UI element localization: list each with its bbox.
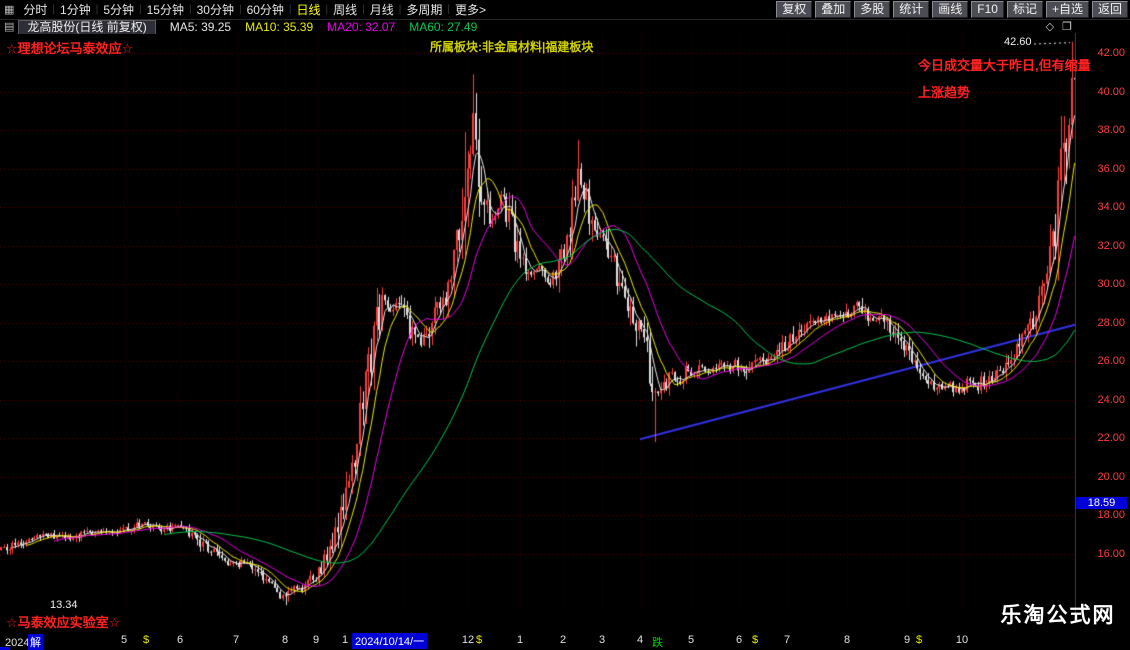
ma-legend: MA5: 39.25 MA10: 35.39 MA20: 32.07 MA60: 27… xyxy=(170,20,478,34)
time-tick-12: 5 xyxy=(688,634,694,646)
volume-note-line2: 上涨趋势 xyxy=(918,82,970,101)
price-label: 16.00 xyxy=(1078,548,1125,560)
selected-date-highlight[interactable]: 2024/10/14/一 xyxy=(352,633,427,649)
time-tick-11: 4 xyxy=(637,634,643,646)
tool-button-0[interactable]: 复权 xyxy=(776,1,812,18)
marker-badge-3: 跌 xyxy=(652,634,663,650)
price-axis-highlight: 18.59 xyxy=(1076,497,1127,509)
price-label: 24.00 xyxy=(1078,394,1125,406)
price-label: 34.00 xyxy=(1078,201,1125,213)
tdx-window: ▦ 分时|1分钟|5分钟|15分钟|30分钟|60分钟|日线|周线|月线|多周期… xyxy=(0,0,1130,650)
marker-badge-1: $ xyxy=(143,634,149,646)
time-tick-2: 6 xyxy=(177,634,183,646)
tool-button-7[interactable]: +自选 xyxy=(1046,1,1089,18)
period-tab-4[interactable]: 30分钟 xyxy=(192,1,239,18)
ma-label-3: MA60: 27.49 xyxy=(409,20,477,34)
period-tab-7[interactable]: 周线 xyxy=(328,1,362,18)
period-tab-9[interactable]: 多周期 xyxy=(401,1,447,18)
price-label: 28.00 xyxy=(1078,317,1125,329)
info-bar: ▤ 龙高股份(日线 前复权) MA5: 39.25 MA10: 35.39 MA20… xyxy=(0,20,1130,33)
stock-tab[interactable]: 龙高股份(日线 前复权) xyxy=(18,20,155,34)
time-tick-5: 9 xyxy=(313,634,319,646)
price-label: 38.00 xyxy=(1078,124,1125,136)
time-axis: 2024/10/14/一 2024年5678911212345678910解$$… xyxy=(0,631,1130,650)
tool-button-5[interactable]: F10 xyxy=(971,1,1004,18)
marker-badge-4: $ xyxy=(752,634,758,646)
time-tick-14: 7 xyxy=(784,634,790,646)
period-tab-2[interactable]: 5分钟 xyxy=(98,1,139,18)
volume-note-line1: 今日成交量大于昨日,但有缩量 xyxy=(918,55,1091,74)
diamond-icon[interactable]: ◇ xyxy=(1046,20,1054,33)
period-tab-10[interactable]: 更多> xyxy=(450,1,491,18)
marker-badge-0: 解 xyxy=(28,634,43,650)
ma-label-2: MA20: 32.07 xyxy=(327,20,395,34)
tool-button-4[interactable]: 画线 xyxy=(932,1,968,18)
ma-label-1: MA10: 35.39 xyxy=(245,20,313,34)
marker-badge-5: $ xyxy=(916,634,922,646)
time-tick-13: 6 xyxy=(736,634,742,646)
time-tick-15: 8 xyxy=(844,634,850,646)
price-label: 36.00 xyxy=(1078,163,1125,175)
price-label: 26.00 xyxy=(1078,355,1125,367)
watermark-title: 乐淘公式网 xyxy=(988,604,1128,628)
lab-note: ☆马泰效应实验室☆ xyxy=(6,612,120,631)
period-tab-0[interactable]: 分时 xyxy=(18,1,52,18)
ma-label-0: MA5: 39.25 xyxy=(170,20,231,34)
price-label: 40.00 xyxy=(1078,86,1125,98)
time-tick-6: 1 xyxy=(342,634,348,646)
tool-button-2[interactable]: 多股 xyxy=(854,1,890,18)
app-grid-icon[interactable]: ▦ xyxy=(0,3,18,16)
sector-note: 所属板块:非金属材料|福建板块 xyxy=(430,38,593,55)
candlestick-chart[interactable] xyxy=(0,33,1076,613)
price-label: 22.00 xyxy=(1078,432,1125,444)
price-label: 30.00 xyxy=(1078,278,1125,290)
time-tick-17: 10 xyxy=(956,634,968,646)
period-low-label: 13.34 xyxy=(50,599,78,611)
time-tick-7: 12 xyxy=(462,634,474,646)
period-high-label: 42.60 xyxy=(1004,36,1032,48)
infobar-right-icons: ◇ ❐ xyxy=(1046,20,1072,33)
tool-button-3[interactable]: 统计 xyxy=(893,1,929,18)
period-menu: 分时|1分钟|5分钟|15分钟|30分钟|60分钟|日线|周线|月线|多周期|更… xyxy=(18,1,491,18)
period-tab-5[interactable]: 60分钟 xyxy=(242,1,289,18)
tool-button-6[interactable]: 标记 xyxy=(1007,1,1043,18)
tool-button-1[interactable]: 叠加 xyxy=(815,1,851,18)
price-label: 32.00 xyxy=(1078,240,1125,252)
time-tick-8: 1 xyxy=(517,634,523,646)
period-tab-8[interactable]: 月线 xyxy=(365,1,399,18)
price-label: 18.00 xyxy=(1078,509,1125,521)
time-tick-4: 8 xyxy=(282,634,288,646)
time-tick-10: 3 xyxy=(599,634,605,646)
period-tab-3[interactable]: 15分钟 xyxy=(142,1,189,18)
toolbar-buttons: 复权叠加多股统计画线F10标记+自选返回 xyxy=(776,1,1128,18)
marker-badge-2: $ xyxy=(476,634,482,646)
period-tab-6[interactable]: 日线 xyxy=(292,1,326,18)
time-tick-3: 7 xyxy=(233,634,239,646)
chart-list-icon[interactable]: ▤ xyxy=(0,20,18,33)
time-tick-16: 9 xyxy=(904,634,910,646)
forum-note: ☆理想论坛马泰效应☆ xyxy=(6,38,133,57)
top-menu-bar: ▦ 分时|1分钟|5分钟|15分钟|30分钟|60分钟|日线|周线|月线|多周期… xyxy=(0,0,1130,20)
period-tab-1[interactable]: 1分钟 xyxy=(55,1,96,18)
stock-tab-label: 龙高股份(日线 前复权) xyxy=(27,20,146,34)
time-tick-9: 2 xyxy=(560,634,566,646)
time-tick-1: 5 xyxy=(121,634,127,646)
tool-button-8[interactable]: 返回 xyxy=(1092,1,1128,18)
price-label: 20.00 xyxy=(1078,471,1125,483)
panel-icon[interactable]: ❐ xyxy=(1062,20,1072,33)
